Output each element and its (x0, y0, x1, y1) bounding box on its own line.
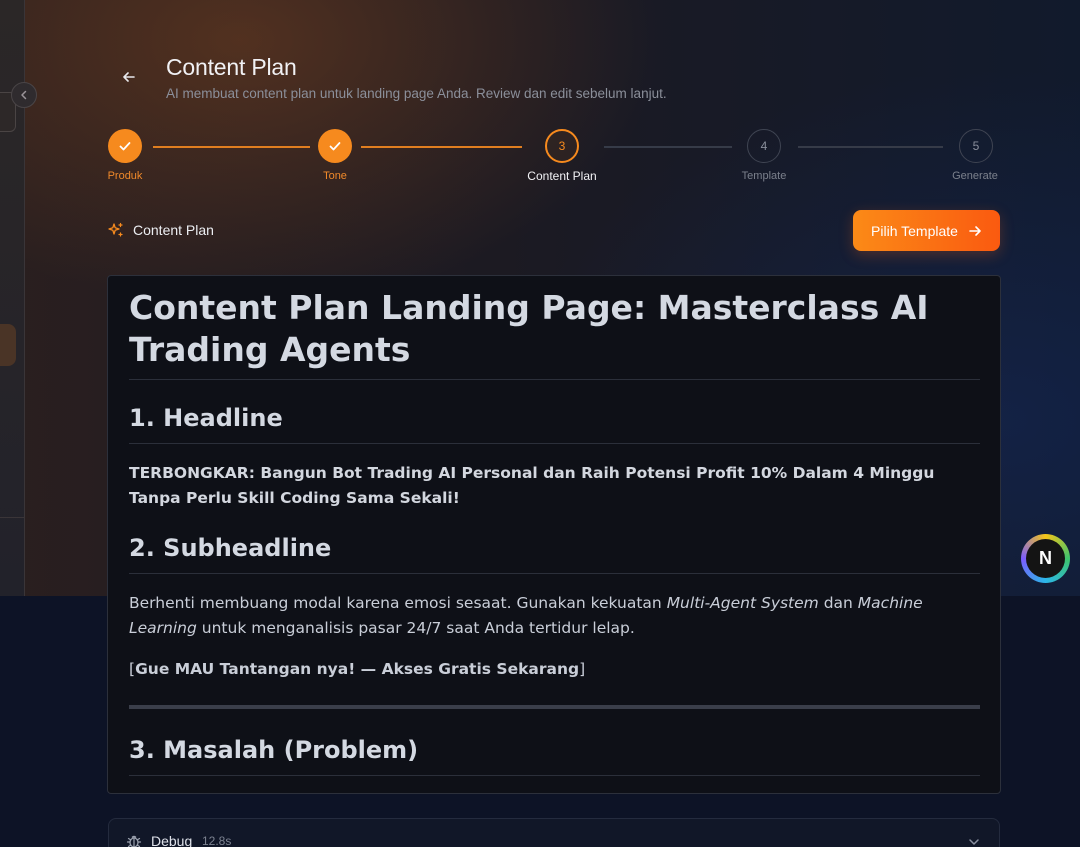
chevron-left-icon (21, 90, 27, 100)
bug-icon (126, 835, 142, 847)
step-connector (604, 146, 732, 148)
heading-divider (129, 379, 980, 380)
debug-elapsed-time: 12.8s (202, 834, 232, 847)
assistant-avatar: N (1026, 539, 1065, 578)
avatar-letter: N (1039, 548, 1052, 568)
cta-line: [Gue MAU Tantangan nya! — Akses Gratis S… (129, 657, 980, 682)
heading-divider (129, 775, 980, 776)
subheadline-emphasis: Multi-Agent System (666, 594, 819, 612)
headline-text: TERBONGKAR: Bangun Bot Trading AI Person… (129, 464, 935, 507)
step-number: 4 (760, 139, 768, 153)
step-number: 5 (972, 139, 980, 153)
step-3-content-plan[interactable]: 3 (545, 129, 579, 163)
subheadline-heading: 2. Subheadline (129, 534, 332, 562)
arrow-right-icon (969, 225, 981, 236)
step-connector (798, 146, 943, 148)
debug-panel-toggle[interactable]: Debug 12.8s (108, 818, 1000, 847)
subheadline-text: Berhenti membuang modal karena emosi ses… (129, 591, 980, 641)
problem-heading: 3. Masalah (Problem) (129, 736, 419, 764)
page-subtitle: AI membuat content plan untuk landing pa… (166, 86, 667, 101)
step-connector (153, 146, 310, 148)
heading-divider (129, 573, 980, 574)
step-label: Generate (952, 170, 998, 182)
sidebar-item-active[interactable] (0, 324, 16, 366)
page-title: Content Plan (166, 54, 297, 80)
step-4-template[interactable]: 4 (747, 129, 781, 163)
cta-text: Gue MAU Tantangan nya! — Akses Gratis Se… (135, 660, 580, 678)
sidebar-collapse-button[interactable] (11, 82, 37, 108)
subheadline-text-part: dan (818, 594, 858, 612)
content-plan-editor[interactable]: Content Plan Landing Page: Masterclass A… (107, 275, 1001, 794)
headline-heading: 1. Headline (129, 404, 283, 432)
back-button[interactable] (116, 64, 142, 90)
step-label: Tone (323, 170, 347, 182)
chevron-down-icon (969, 839, 979, 845)
step-label: Content Plan (527, 169, 597, 183)
section-title: Content Plan (133, 222, 214, 238)
check-icon (119, 142, 131, 151)
arrow-left-icon (123, 72, 135, 82)
heading-divider (129, 443, 980, 444)
step-number: 3 (558, 139, 566, 153)
sidebar-divider (0, 517, 25, 518)
subheadline-text-part: Berhenti membuang modal karena emosi ses… (129, 594, 667, 612)
subheadline-text-part: untuk menganalisis pasar 24/7 saat Anda … (196, 619, 635, 637)
pick-template-label: Pilih Template (871, 222, 958, 239)
pick-template-button[interactable]: Pilih Template (853, 210, 1000, 251)
step-2-tone[interactable] (318, 129, 352, 163)
section-separator (129, 705, 980, 709)
sparkles-icon (108, 222, 123, 237)
document-title: Content Plan Landing Page: Masterclass A… (129, 288, 929, 369)
cta-bracket: ] (579, 660, 586, 678)
floating-assistant-button[interactable]: N (1021, 534, 1070, 583)
check-icon (329, 142, 341, 151)
step-5-generate[interactable]: 5 (959, 129, 993, 163)
debug-label: Debug (151, 833, 193, 847)
step-connector (361, 146, 522, 148)
step-label: Produk (107, 170, 143, 182)
step-1-produk[interactable] (108, 129, 142, 163)
step-label: Template (741, 170, 787, 182)
